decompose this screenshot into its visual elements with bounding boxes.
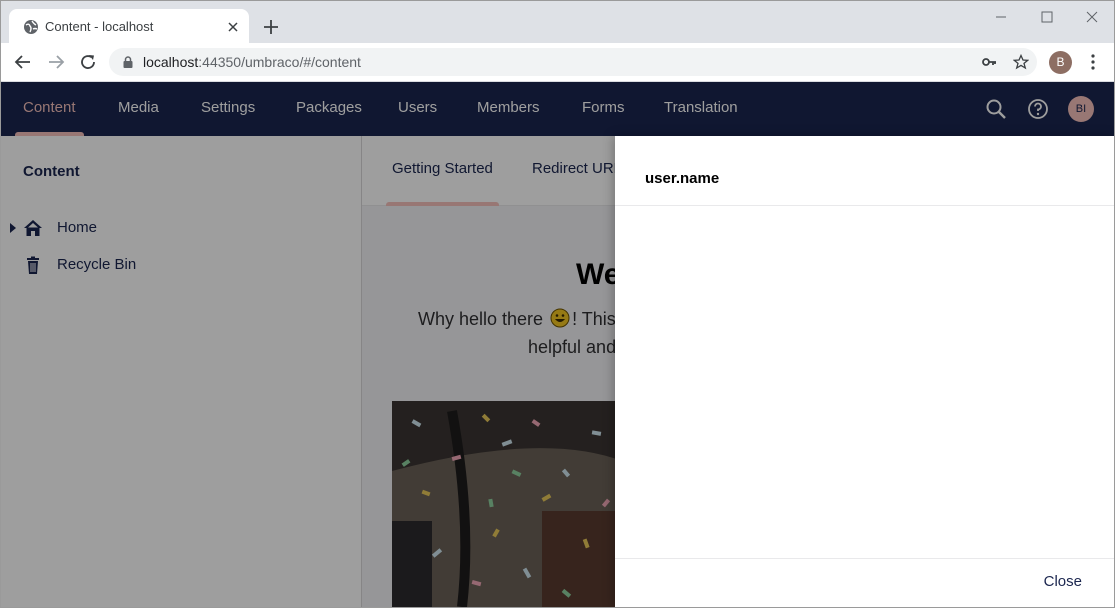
browser-profile-avatar[interactable]: B [1049,51,1072,74]
key-icon[interactable] [981,54,997,70]
url-host: localhost [143,54,199,70]
tab-strip: Content - localhost [1,1,1114,43]
browser-menu-icon[interactable] [1085,53,1101,71]
lock-icon[interactable] [121,55,135,69]
new-tab-icon[interactable] [261,17,281,37]
url-text: localhost:44350/umbraco/#/content [143,54,361,70]
back-icon[interactable] [13,52,33,72]
browser-tab[interactable]: Content - localhost [9,9,249,43]
tab-title: Content - localhost [45,19,154,34]
browser-window: Content - localhost localhost:44350/umbr… [0,0,1115,608]
url-path: :44350/umbraco/#/content [198,54,361,70]
maximize-icon[interactable] [1039,9,1055,25]
user-dialog: user.name Close [615,136,1114,607]
minimize-icon[interactable] [993,9,1009,25]
forward-icon[interactable] [46,52,66,72]
close-button[interactable]: Close [1044,573,1082,590]
bookmark-star-icon[interactable] [1013,54,1029,70]
dialog-footer: Close [615,558,1114,607]
globe-icon [24,20,38,34]
browser-toolbar: localhost:44350/umbraco/#/content B [1,43,1114,82]
dialog-title: user.name [645,170,720,187]
address-bar[interactable]: localhost:44350/umbraco/#/content [109,48,1037,76]
close-window-icon[interactable] [1084,9,1100,25]
close-tab-icon[interactable] [225,19,241,35]
reload-icon[interactable] [78,52,98,72]
dialog-header: user.name [615,136,1114,206]
